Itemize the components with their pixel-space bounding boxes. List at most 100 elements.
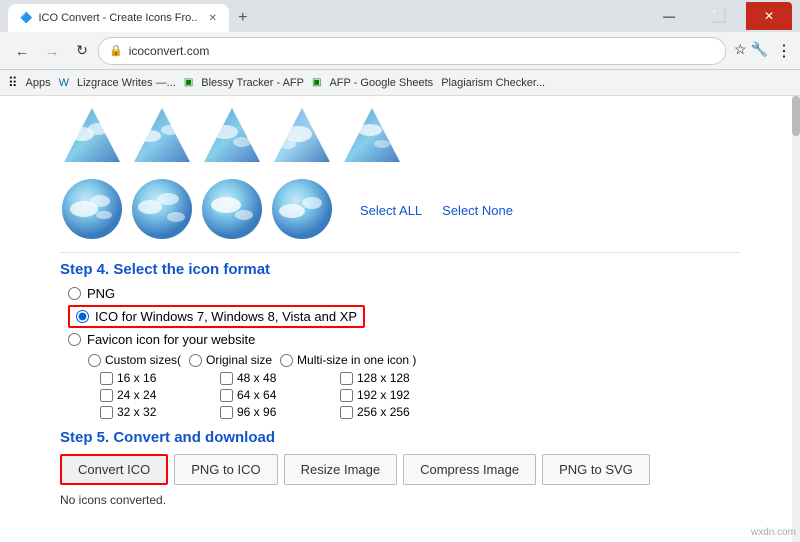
- scrollbar-track[interactable]: [792, 96, 800, 542]
- icons-section: Select ALL Select None: [60, 104, 740, 244]
- tab-favicon: 🔷: [20, 13, 32, 24]
- favicon-label[interactable]: Favicon icon for your website: [87, 332, 255, 347]
- png-radio[interactable]: [68, 287, 81, 300]
- select-none-link[interactable]: Select None: [442, 203, 513, 218]
- size-64[interactable]: 64 x 64: [220, 388, 330, 402]
- divider: [60, 252, 740, 253]
- original-size-radio[interactable]: [189, 354, 202, 367]
- size-64-checkbox[interactable]: [220, 389, 233, 402]
- size-96[interactable]: 96 x 96: [220, 405, 330, 419]
- apps-icon[interactable]: ⠿: [8, 75, 18, 91]
- wordpress-icon: W: [59, 77, 69, 89]
- icon-item-circle3[interactable]: [200, 177, 264, 244]
- favicon-radio[interactable]: [68, 333, 81, 346]
- lock-icon: 🔒: [109, 44, 123, 57]
- size-48[interactable]: 48 x 48: [220, 371, 330, 385]
- resize-image-button[interactable]: Resize Image: [284, 454, 397, 485]
- size-128[interactable]: 128 x 128: [340, 371, 450, 385]
- maximize-button[interactable]: ⬜: [696, 2, 742, 30]
- triangle-icon-4: [270, 104, 334, 168]
- size-96-checkbox[interactable]: [220, 406, 233, 419]
- url-input[interactable]: [129, 44, 715, 58]
- extension-icon[interactable]: 🔧: [751, 41, 768, 61]
- ico-option[interactable]: ICO for Windows 7, Windows 8, Vista and …: [68, 305, 740, 328]
- convert-ico-button[interactable]: Convert ICO: [60, 454, 168, 485]
- compress-image-button[interactable]: Compress Image: [403, 454, 536, 485]
- size-16[interactable]: 16 x 16: [100, 371, 210, 385]
- size-32-checkbox[interactable]: [100, 406, 113, 419]
- ico-label[interactable]: ICO for Windows 7, Windows 8, Vista and …: [95, 309, 357, 324]
- png-to-ico-button[interactable]: PNG to ICO: [174, 454, 277, 485]
- custom-sizes-label: Custom sizes(: [88, 353, 181, 367]
- png-label[interactable]: PNG: [87, 286, 115, 301]
- png-to-svg-button[interactable]: PNG to SVG: [542, 454, 650, 485]
- size-128-checkbox[interactable]: [340, 372, 353, 385]
- icon-item-tri5[interactable]: [340, 104, 404, 171]
- active-tab[interactable]: 🔷 ICO Convert - Create Icons Fro... ✕: [8, 4, 229, 32]
- bookmark-star-icon[interactable]: ☆: [734, 41, 747, 61]
- watermark: wxdn.com: [751, 527, 796, 538]
- bookmark-lizgrace[interactable]: Lizgrace Writes —...: [77, 77, 176, 89]
- forward-button[interactable]: →: [38, 37, 66, 65]
- bookmarks-bar: ⠿ Apps W Lizgrace Writes —... ▣ Blessy T…: [0, 70, 800, 96]
- back-button[interactable]: ←: [8, 37, 36, 65]
- menu-icon[interactable]: ⋮: [776, 41, 792, 61]
- title-bar: 🔷 ICO Convert - Create Icons Fro... ✕ + …: [0, 0, 800, 32]
- triangle-icon-1: [60, 104, 124, 168]
- icon-item-tri2[interactable]: [130, 104, 194, 171]
- icon-item-circle1[interactable]: [60, 177, 124, 244]
- window-controls: — ⬜ ✕: [646, 2, 792, 30]
- close-button[interactable]: ✕: [746, 2, 792, 30]
- triangle-icon-2: [130, 104, 194, 168]
- triangle-icon-5: [340, 104, 404, 168]
- step5-title: Step 5. Convert and download: [60, 429, 740, 446]
- size-16-checkbox[interactable]: [100, 372, 113, 385]
- size-grid: 16 x 16 48 x 48 128 x 128 24 x 24 64 x 6…: [100, 371, 740, 419]
- afp-icon: ▣: [312, 77, 321, 88]
- step5-section: Step 5. Convert and download Convert ICO…: [60, 429, 740, 507]
- select-links-container: Select ALL Select None: [360, 203, 513, 218]
- nav-action-icons: ☆ 🔧 ⋮: [734, 41, 792, 61]
- multi-size-radio[interactable]: [280, 354, 293, 367]
- size-192-checkbox[interactable]: [340, 389, 353, 402]
- circle-icon-3: [200, 177, 264, 241]
- circle-row: Select ALL Select None: [60, 177, 740, 244]
- size-256-checkbox[interactable]: [340, 406, 353, 419]
- original-size-label: Original size: [189, 353, 272, 367]
- address-bar[interactable]: 🔒: [98, 37, 726, 65]
- favicon-option[interactable]: Favicon icon for your website: [68, 332, 740, 347]
- ico-radio[interactable]: [76, 310, 89, 323]
- size-192[interactable]: 192 x 192: [340, 388, 450, 402]
- size-48-checkbox[interactable]: [220, 372, 233, 385]
- nav-bar: ← → ↻ 🔒 ☆ 🔧 ⋮: [0, 32, 800, 70]
- custom-sizes-radio[interactable]: [88, 354, 101, 367]
- triangle-icon-3: [200, 104, 264, 168]
- circle-icon-1: [60, 177, 124, 241]
- step4-title: Step 4. Select the icon format: [60, 261, 740, 278]
- browser-chrome: 🔷 ICO Convert - Create Icons Fro... ✕ + …: [0, 0, 800, 96]
- triangle-row: [60, 104, 740, 171]
- bookmark-apps[interactable]: Apps: [26, 77, 51, 89]
- bookmark-blessy[interactable]: Blessy Tracker - AFP: [201, 77, 304, 89]
- bookmark-afp[interactable]: AFP - Google Sheets: [329, 77, 433, 89]
- minimize-button[interactable]: —: [646, 2, 692, 30]
- new-tab-button[interactable]: +: [229, 4, 257, 32]
- size-32[interactable]: 32 x 32: [100, 405, 210, 419]
- tab-area: 🔷 ICO Convert - Create Icons Fro... ✕ +: [8, 0, 638, 32]
- icon-item-circle4[interactable]: [270, 177, 334, 244]
- png-option[interactable]: PNG: [68, 286, 740, 301]
- size-24[interactable]: 24 x 24: [100, 388, 210, 402]
- icon-item-tri4[interactable]: [270, 104, 334, 171]
- size-24-checkbox[interactable]: [100, 389, 113, 402]
- circle-icon-4: [270, 177, 334, 241]
- scrollbar-thumb[interactable]: [792, 96, 800, 136]
- bookmark-plagiarism[interactable]: Plagiarism Checker...: [441, 77, 545, 89]
- select-all-link[interactable]: Select ALL: [360, 203, 422, 218]
- size-256[interactable]: 256 x 256: [340, 405, 450, 419]
- tab-close-icon[interactable]: ✕: [208, 13, 216, 24]
- icon-item-tri3[interactable]: [200, 104, 264, 171]
- icon-item-circle2[interactable]: [130, 177, 194, 244]
- step4-section: Step 4. Select the icon format PNG ICO f…: [60, 261, 740, 419]
- icon-item-tri1[interactable]: [60, 104, 124, 171]
- refresh-button[interactable]: ↻: [68, 37, 96, 65]
